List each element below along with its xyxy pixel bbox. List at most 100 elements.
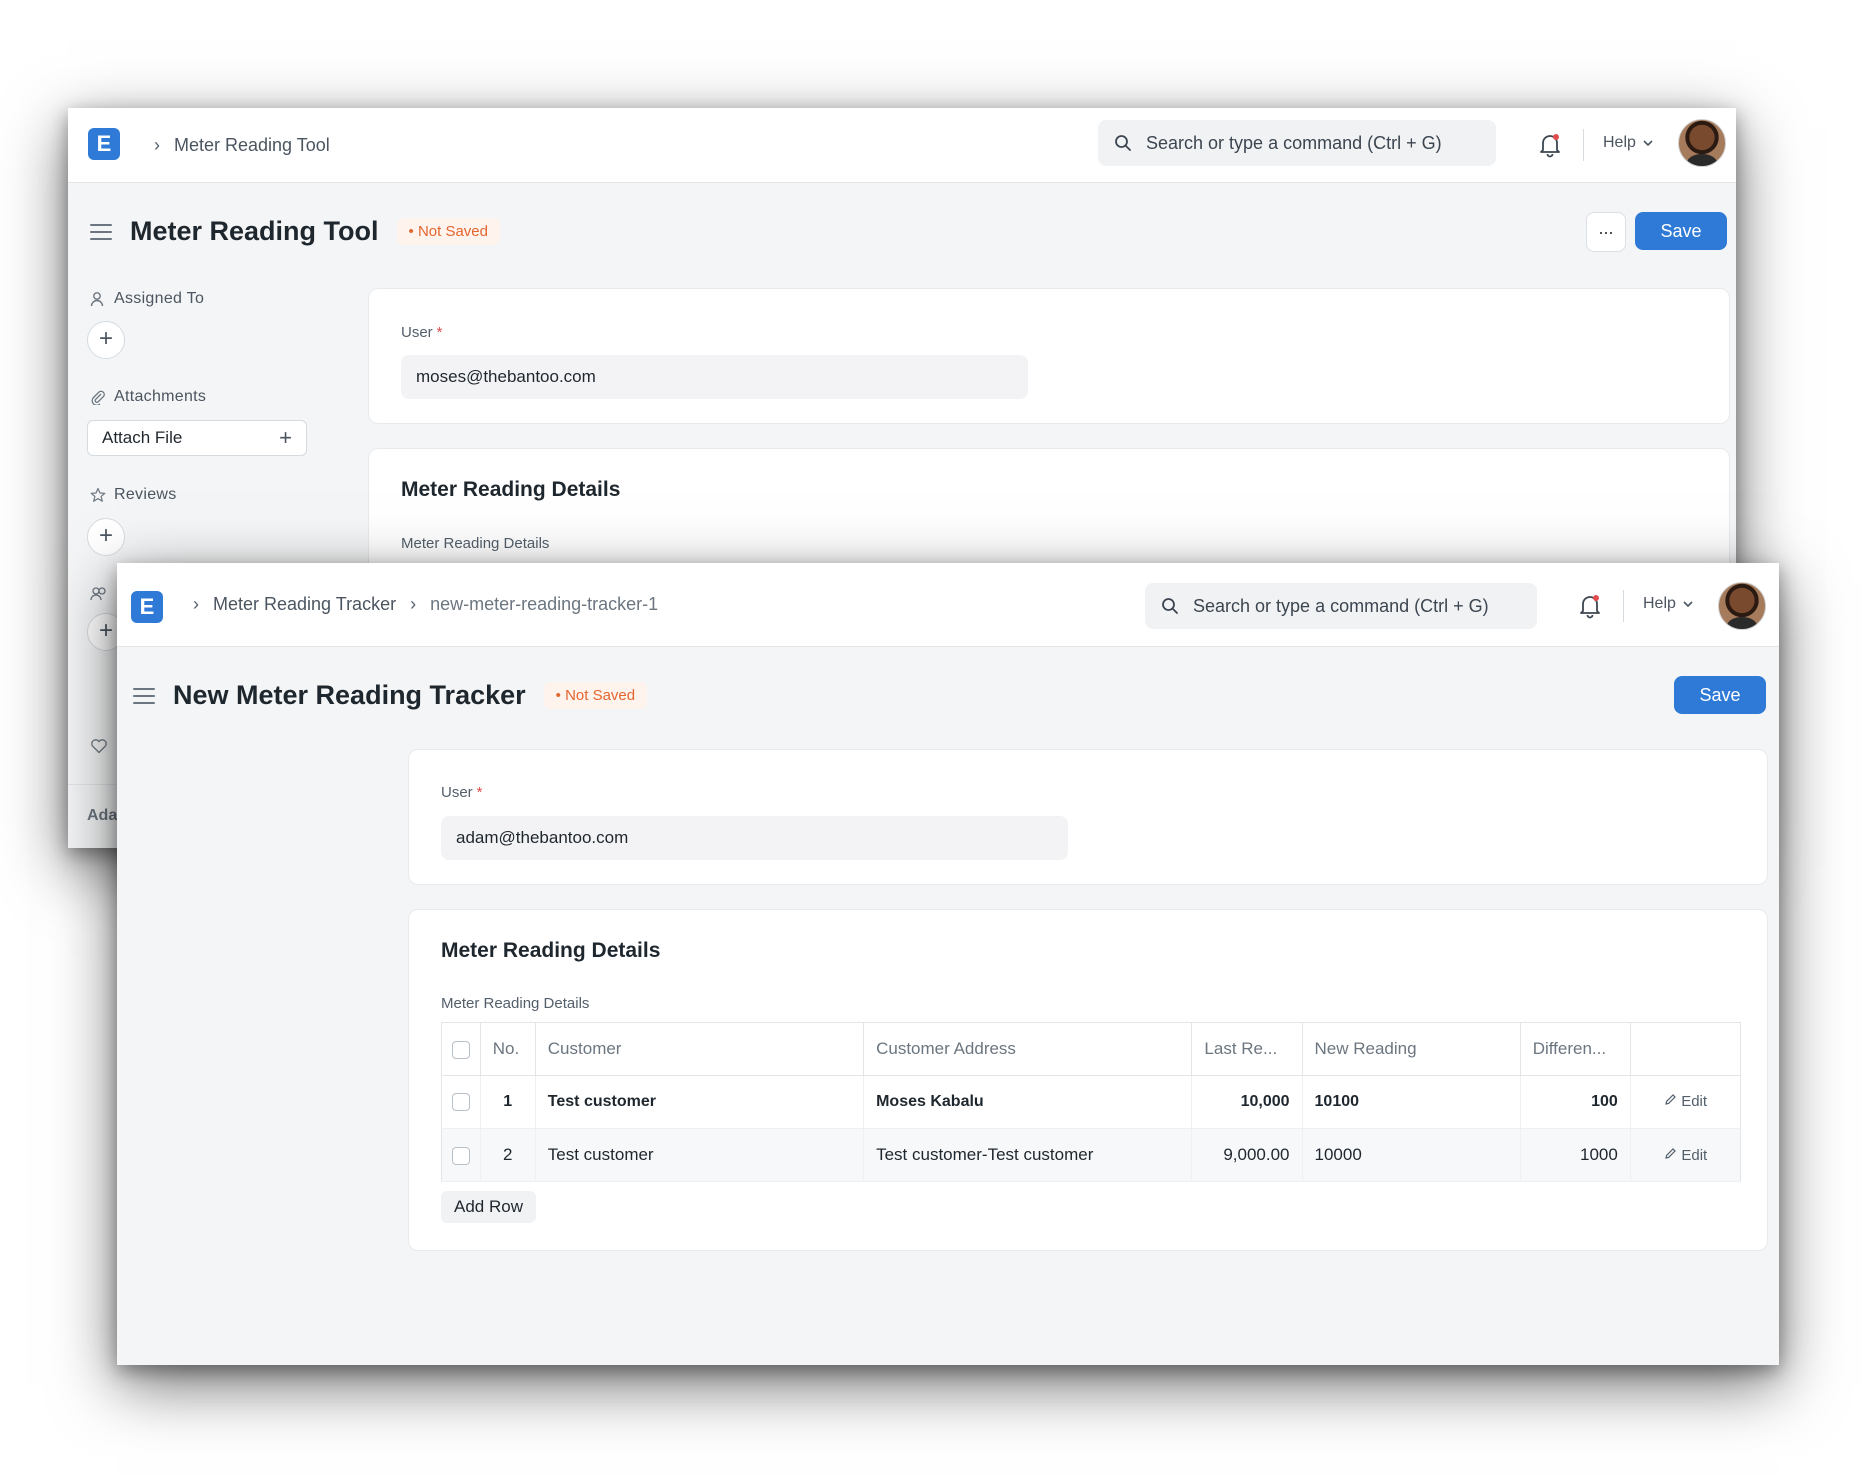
- user-field[interactable]: moses@thebantoo.com: [401, 355, 1028, 399]
- breadcrumb-item[interactable]: Meter Reading Tool: [174, 135, 330, 156]
- section-sub-label: Meter Reading Details: [441, 995, 590, 1012]
- app-logo-icon[interactable]: E: [131, 591, 163, 623]
- page-title: Meter Reading Tool: [130, 216, 379, 246]
- chevron-right-icon: ›: [154, 134, 160, 155]
- user-card: User * moses@thebantoo.com: [368, 288, 1730, 424]
- table-row[interactable]: 1 Test customer Moses Kabalu 10,000 1010…: [441, 1075, 1741, 1129]
- row-checkbox[interactable]: [441, 1075, 481, 1129]
- search-input[interactable]: Search or type a command (Ctrl + G): [1145, 583, 1537, 629]
- users-icon: [90, 587, 106, 601]
- breadcrumb-item[interactable]: Meter Reading Tracker: [213, 594, 396, 615]
- section-sub-label: Meter Reading Details: [401, 535, 550, 552]
- new-reading-cell[interactable]: 10100: [1302, 1075, 1521, 1129]
- search-input[interactable]: Search or type a command (Ctrl + G): [1098, 120, 1496, 166]
- plus-icon: +: [98, 522, 113, 549]
- chevron-right-icon: ›: [410, 594, 417, 614]
- address-cell[interactable]: Test customer-Test customer: [863, 1128, 1193, 1182]
- navbar-divider: [1583, 129, 1584, 161]
- pencil-icon: [1664, 1094, 1676, 1105]
- plus-icon: +: [98, 617, 113, 644]
- add-assignee-button[interactable]: +: [87, 321, 125, 359]
- address-cell[interactable]: Moses Kabalu: [863, 1075, 1193, 1129]
- last-reading-cell[interactable]: 9,000.00: [1191, 1128, 1303, 1182]
- difference-cell[interactable]: 100: [1520, 1075, 1631, 1129]
- more-actions-button[interactable]: ...: [1586, 212, 1626, 252]
- attachments-label: Attachments: [90, 388, 206, 406]
- page-header: New Meter Reading Tracker • Not Saved: [133, 680, 648, 711]
- chevron-right-icon: ›: [193, 594, 199, 614]
- status-badge: • Not Saved: [396, 218, 500, 245]
- add-row-button[interactable]: Add Row: [441, 1191, 536, 1223]
- plus-icon: +: [98, 325, 113, 352]
- save-button[interactable]: Save: [1674, 676, 1766, 714]
- hamburger-icon[interactable]: [90, 223, 112, 240]
- bell-icon[interactable]: [1538, 132, 1562, 158]
- select-all-checkbox[interactable]: [441, 1022, 481, 1076]
- front-window: E › Meter Reading Tracker › new-meter-re…: [117, 563, 1779, 1365]
- hamburger-icon[interactable]: [133, 687, 155, 704]
- user-field[interactable]: adam@thebantoo.com: [441, 816, 1068, 860]
- breadcrumb: › Meter Reading Tool: [140, 108, 330, 182]
- navbar: E › Meter Reading Tool Search or type a …: [68, 108, 1736, 183]
- search-icon: [1162, 598, 1178, 614]
- last-reading-cell[interactable]: 10,000: [1191, 1075, 1303, 1129]
- assigned-to-label: Assigned To: [90, 290, 204, 308]
- column-header: Customer: [535, 1022, 865, 1076]
- help-label: Help: [1643, 595, 1676, 612]
- table-row[interactable]: 2 Test customer Test customer-Test custo…: [441, 1128, 1741, 1182]
- sidebar-owner-text: Ada: [87, 807, 118, 824]
- plus-icon: +: [279, 425, 292, 450]
- column-header: Differen...: [1520, 1022, 1631, 1076]
- chevron-down-icon: [1683, 601, 1693, 608]
- section-title: Meter Reading Details: [441, 939, 661, 962]
- breadcrumb-item[interactable]: new-meter-reading-tracker-1: [430, 594, 658, 615]
- help-menu[interactable]: Help: [1643, 595, 1694, 613]
- column-header: No.: [480, 1022, 536, 1076]
- star-icon: [90, 487, 106, 502]
- bell-icon[interactable]: [1578, 593, 1602, 619]
- breadcrumb: › Meter Reading Tracker › new-meter-read…: [179, 563, 658, 646]
- help-label: Help: [1603, 134, 1636, 151]
- add-review-button[interactable]: +: [87, 518, 125, 556]
- reviews-label: Reviews: [90, 486, 177, 504]
- chevron-down-icon: [1643, 140, 1653, 147]
- save-button[interactable]: Save: [1635, 212, 1727, 250]
- page-header: Meter Reading Tool • Not Saved: [90, 216, 500, 247]
- column-header: Last Re...: [1191, 1022, 1303, 1076]
- user-field-label: User *: [401, 324, 443, 341]
- heart-icon[interactable]: [90, 738, 108, 754]
- search-icon: [1115, 135, 1131, 151]
- customer-cell[interactable]: Test customer: [535, 1075, 865, 1129]
- pencil-icon: [1664, 1148, 1676, 1159]
- status-badge: • Not Saved: [543, 682, 648, 709]
- row-checkbox[interactable]: [441, 1128, 481, 1182]
- avatar[interactable]: [1718, 582, 1766, 630]
- help-menu[interactable]: Help: [1603, 134, 1654, 152]
- row-number: 2: [480, 1128, 536, 1182]
- details-card: Meter Reading Details Meter Reading Deta…: [408, 909, 1768, 1251]
- search-placeholder: Search or type a command (Ctrl + G): [1193, 595, 1489, 616]
- customer-cell[interactable]: Test customer: [535, 1128, 865, 1182]
- new-reading-cell[interactable]: 10000: [1302, 1128, 1521, 1182]
- difference-cell[interactable]: 1000: [1520, 1128, 1631, 1182]
- search-placeholder: Search or type a command (Ctrl + G): [1146, 132, 1442, 153]
- user-assign-icon: [90, 292, 104, 307]
- navbar: E › Meter Reading Tracker › new-meter-re…: [117, 563, 1779, 647]
- user-card: User * adam@thebantoo.com: [408, 749, 1768, 885]
- column-header-actions: [1630, 1022, 1741, 1076]
- meter-reading-table: No. Customer Customer Address Last Re...…: [441, 1022, 1741, 1182]
- edit-row-button[interactable]: Edit: [1630, 1128, 1741, 1182]
- row-number: 1: [480, 1075, 536, 1129]
- edit-row-button[interactable]: Edit: [1630, 1075, 1741, 1129]
- attach-file-button[interactable]: Attach File +: [87, 420, 307, 456]
- section-title: Meter Reading Details: [401, 478, 621, 501]
- column-header: New Reading: [1302, 1022, 1521, 1076]
- column-header: Customer Address: [863, 1022, 1193, 1076]
- app-logo-icon[interactable]: E: [88, 128, 120, 160]
- avatar[interactable]: [1678, 119, 1726, 167]
- paperclip-icon: [91, 390, 105, 405]
- table-header-row: No. Customer Customer Address Last Re...…: [441, 1022, 1741, 1076]
- user-field-label: User *: [441, 784, 483, 801]
- page-title: New Meter Reading Tracker: [173, 680, 526, 710]
- attach-file-label: Attach File: [102, 428, 183, 447]
